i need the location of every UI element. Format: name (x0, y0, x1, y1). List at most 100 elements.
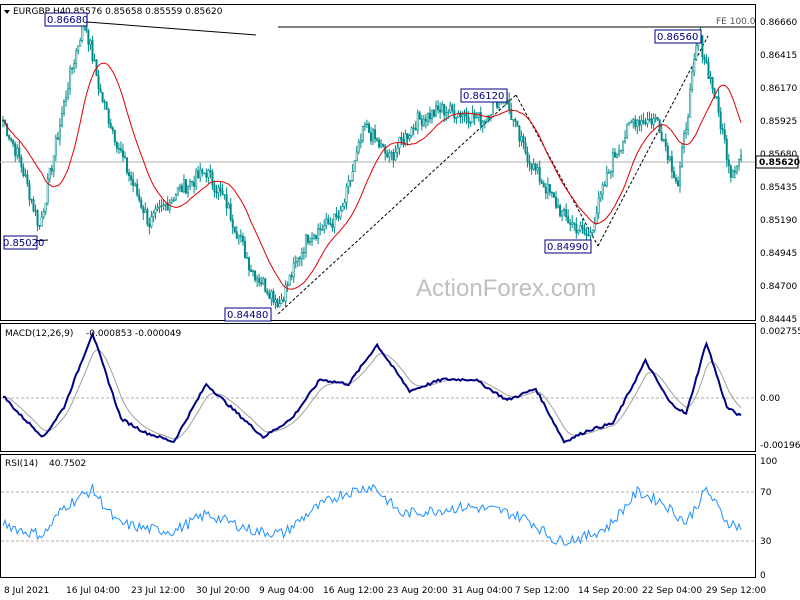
candle-body (591, 230, 594, 233)
candle-body (321, 229, 324, 231)
candle-body (642, 119, 645, 124)
candle-body (739, 155, 742, 160)
candle-body (12, 139, 15, 145)
candle-body (410, 127, 413, 136)
candle-body (668, 156, 671, 161)
candle-body (239, 235, 242, 237)
candle-body (426, 112, 429, 122)
candle-body (613, 152, 616, 158)
candle-body (207, 169, 210, 178)
candle-body (481, 121, 484, 126)
candle-body (123, 156, 126, 159)
candle-body (581, 225, 584, 229)
candle-body (140, 199, 143, 208)
price-tick: 0.84445 (760, 315, 797, 325)
candle-body (569, 222, 572, 225)
candle-body (516, 121, 519, 127)
candle-body (579, 225, 582, 231)
candle-body (315, 235, 318, 239)
time-tick: 16 Aug 12:00 (323, 586, 384, 596)
candle-body (99, 88, 102, 93)
annotation-86120: 0.86120 (460, 88, 508, 103)
candle-body (711, 76, 714, 89)
candle-body (514, 119, 517, 122)
candle-body (367, 123, 370, 133)
candle-body (670, 156, 673, 172)
candle-body (386, 152, 389, 158)
candle-body (103, 101, 106, 103)
candle-body (67, 88, 70, 98)
candle-body (243, 241, 246, 259)
candle-body (105, 101, 108, 110)
candle-body (508, 99, 511, 110)
candle-body (729, 165, 732, 178)
candle-body (248, 257, 251, 271)
candle-body (44, 202, 47, 212)
candle-body (325, 218, 328, 227)
annotation-text: 0.86680 (47, 15, 88, 26)
candle-body (695, 45, 698, 60)
annotation-text: 0.86120 (463, 91, 504, 102)
time-tick: 8 Jul 2021 (4, 586, 49, 596)
candle-body (701, 35, 704, 58)
candle-body (182, 179, 185, 193)
candle-body (258, 277, 261, 283)
annotation-86560: 0.86560 (654, 29, 702, 44)
candle-body (428, 112, 431, 120)
candle-body (18, 147, 21, 158)
candle-body (26, 174, 29, 184)
current-price: 0.85620 (759, 158, 800, 168)
macd-values: -0.000853 -0.000049 (86, 329, 182, 339)
candle-body (418, 112, 421, 120)
candle-body (376, 138, 379, 141)
annotation-text: 0.86560 (657, 32, 698, 43)
candle-body (603, 184, 606, 186)
candle-body (274, 299, 277, 303)
candle-body (150, 216, 153, 228)
candle-body (650, 118, 653, 125)
watermark: ActionForex.com (416, 275, 596, 302)
candle-body (412, 127, 415, 129)
candle-body (463, 113, 466, 116)
candle-body (618, 150, 621, 156)
candle-body (126, 157, 129, 173)
macd-tick: -0.001968 (760, 441, 800, 451)
candle-body (130, 175, 133, 180)
candle-body (272, 291, 275, 303)
candle-body (394, 152, 397, 161)
candle-body (229, 203, 232, 221)
candle-body (56, 137, 59, 140)
candle-body (302, 251, 305, 254)
candle-body (717, 96, 720, 113)
candle-body (217, 187, 220, 194)
candle-body (652, 118, 655, 125)
candle-body (333, 213, 336, 228)
candle-body (58, 125, 61, 140)
candle-body (311, 238, 314, 242)
annotation-text: 0.85020 (3, 238, 44, 249)
candle-body (205, 173, 208, 178)
candle-body (71, 67, 74, 70)
rsi-tick: 100 (760, 457, 777, 467)
candle-body (215, 191, 218, 194)
candle-body (575, 223, 578, 234)
candle-body (36, 210, 39, 226)
candle-body (327, 218, 330, 224)
time-tick: 16 Jul 04:00 (66, 586, 120, 596)
candle-body (79, 40, 82, 47)
candle-body (615, 154, 618, 158)
candle-body (571, 222, 574, 225)
candle-body (128, 172, 131, 177)
candle-body (433, 109, 436, 117)
candle-body (142, 207, 145, 214)
candle-body (420, 118, 423, 126)
candle-body (715, 96, 718, 98)
candle-body (162, 204, 165, 206)
candle-body (441, 104, 444, 113)
candle-body (644, 122, 647, 125)
candle-body (203, 172, 206, 175)
candle-body (221, 190, 224, 196)
candle-body (638, 120, 641, 126)
candle-body (288, 275, 291, 286)
rsi-tick: 30 (760, 537, 772, 547)
